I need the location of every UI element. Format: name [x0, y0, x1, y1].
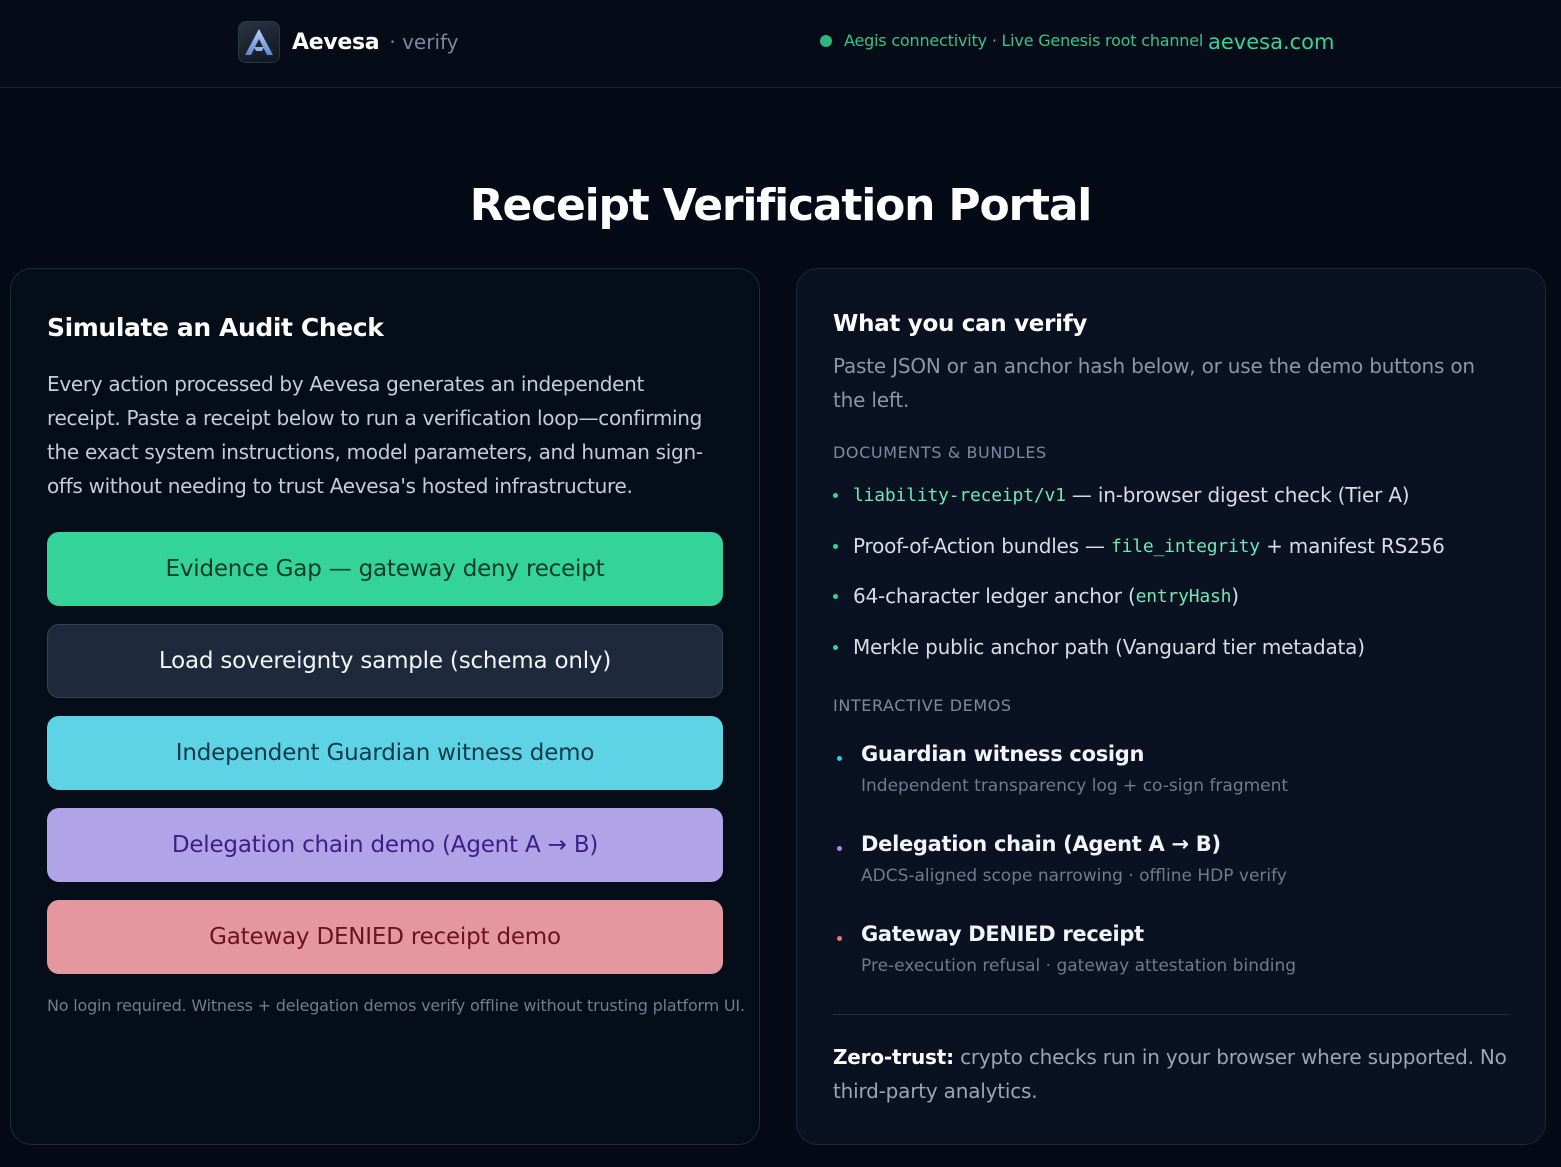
list-item: Proof-of-Action bundles — file_integrity…: [833, 534, 1445, 558]
audit-check-panel: Simulate an Audit Check Every action pro…: [10, 268, 760, 1145]
brand-subtitle: · verify: [389, 30, 459, 54]
gateway-denied-demo-button[interactable]: Gateway DENIED receipt demo: [47, 900, 723, 974]
verify-info-panel: What you can verify Paste JSON or an anc…: [796, 268, 1546, 1145]
panel-heading: What you can verify: [833, 311, 1088, 337]
domain-link[interactable]: aevesa.com: [1208, 30, 1334, 54]
bullet-icon: [833, 543, 838, 549]
list-item-text: ): [1231, 584, 1239, 608]
connectivity-status: Aegis connectivity · Live Genesis root c…: [820, 31, 1203, 50]
zero-trust-label: Zero-trust:: [833, 1045, 954, 1069]
demo-title: Delegation chain (Agent A → B): [861, 832, 1221, 856]
panel-description: Every action processed by Aevesa generat…: [47, 372, 703, 498]
status-text: Aegis connectivity · Live Genesis root c…: [844, 31, 1204, 50]
logo-a-icon: [245, 29, 273, 55]
brand-logo: [238, 21, 280, 63]
top-bar: Aevesa · verify Aegis connectivity · Liv…: [0, 0, 1561, 88]
demo-title: Guardian witness cosign: [861, 742, 1145, 766]
bullet-icon: [837, 936, 842, 941]
list-item: Merkle public anchor path (Vanguard tier…: [833, 635, 1365, 659]
list-item-text: Merkle public anchor path (Vanguard tier…: [853, 635, 1365, 659]
list-item: liability-receipt/v1 — in-browser digest…: [833, 483, 1410, 507]
demo-subtitle: Pre-execution refusal · gateway attestat…: [861, 956, 1297, 976]
bullet-icon: [837, 756, 842, 761]
section-label-documents: DOCUMENTS & BUNDLES: [833, 443, 1047, 462]
list-item-text: 64-character ledger anchor (: [853, 584, 1136, 608]
list-item-text: — in-browser digest check (Tier A): [1065, 483, 1410, 507]
list-item-text: Proof-of-Action bundles —: [853, 534, 1111, 558]
guardian-witness-demo-button[interactable]: Independent Guardian witness demo: [47, 716, 723, 790]
demo-subtitle: Independent transparency log + co-sign f…: [861, 776, 1289, 796]
code-snippet: entryHash: [1135, 585, 1232, 607]
list-item: 64-character ledger anchor ( entryHash ): [833, 584, 1239, 608]
zero-trust-note: Zero-trust: crypto checks run in your br…: [833, 1040, 1513, 1108]
bullet-icon: [833, 593, 838, 599]
delegation-chain-demo-button[interactable]: Delegation chain demo (Agent A → B): [47, 808, 723, 882]
brand[interactable]: Aevesa · verify: [238, 21, 459, 63]
bullet-icon: [837, 846, 842, 851]
section-label-demos: INTERACTIVE DEMOS: [833, 696, 1012, 715]
code-snippet: liability-receipt/v1: [853, 484, 1066, 506]
panel-heading: Simulate an Audit Check: [47, 313, 384, 342]
demo-title: Gateway DENIED receipt: [861, 922, 1144, 946]
evidence-gap-button[interactable]: Evidence Gap — gateway deny receipt: [47, 532, 723, 606]
demo-subtitle: ADCS-aligned scope narrowing · offline H…: [861, 866, 1287, 886]
code-snippet: file_integrity: [1111, 535, 1260, 557]
page-title: Receipt Verification Portal: [469, 180, 1093, 231]
load-sovereignty-sample-button[interactable]: Load sovereignty sample (schema only): [47, 624, 723, 698]
list-item-text: + manifest RS256: [1259, 534, 1445, 558]
bullet-icon: [833, 644, 838, 650]
panel-description: Paste JSON or an anchor hash below, or u…: [833, 354, 1475, 412]
brand-name: Aevesa: [292, 29, 380, 55]
divider: [833, 1014, 1509, 1015]
panel-footnote: No login required. Witness + delegation …: [47, 996, 745, 1015]
bullet-icon: [833, 492, 838, 498]
status-dot-icon: [820, 34, 832, 47]
